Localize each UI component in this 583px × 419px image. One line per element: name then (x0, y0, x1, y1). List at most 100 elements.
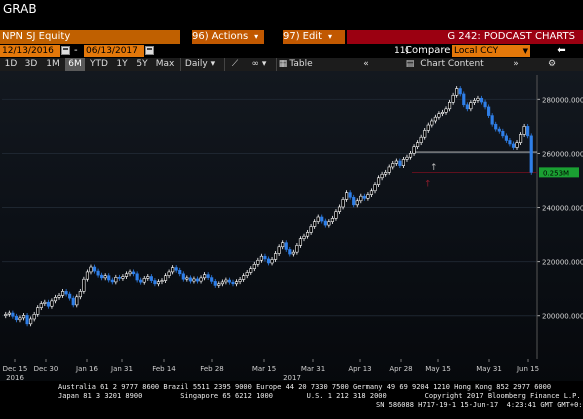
candle-body (277, 246, 281, 254)
candle-body (380, 173, 384, 179)
settings-gear-icon[interactable]: ⚙ (540, 58, 564, 71)
candle-body (352, 196, 356, 206)
period-5y[interactable]: 5Y (134, 58, 150, 71)
candle-body (501, 130, 505, 137)
x-year-label: 2016 (6, 374, 24, 381)
candle-body (192, 278, 196, 282)
candle-body (82, 278, 86, 292)
candle-body (362, 195, 366, 199)
candle-body (515, 142, 519, 148)
range-separator: - (74, 45, 78, 56)
calendar-icon[interactable] (61, 46, 70, 55)
period-6m[interactable]: 6M (65, 58, 85, 71)
candle-body (217, 283, 221, 286)
candle-body (291, 251, 295, 255)
candle-body (213, 281, 217, 286)
candle-body (181, 273, 185, 280)
period-1y[interactable]: 1Y (114, 58, 130, 71)
candle-body (270, 259, 274, 264)
candle-body (103, 275, 107, 279)
candle-body (483, 101, 487, 108)
chart-panel: 200000.000 220000.000 240000.000 260000.000… (0, 71, 583, 419)
start-date-input[interactable]: 12/13/2016 (0, 45, 60, 57)
candle-body (142, 278, 146, 283)
compare-label[interactable]: Compare (405, 44, 450, 58)
candle-body (433, 116, 437, 122)
x-tick-label: May 31 (476, 365, 502, 373)
candle-body (124, 273, 129, 277)
candle-body (256, 259, 260, 265)
candle-body (238, 279, 242, 282)
candle-body (504, 135, 508, 141)
candle-body (518, 134, 523, 143)
x-tick-label: Mar 15 (252, 365, 276, 373)
candle-body (334, 211, 338, 219)
candle-body (348, 192, 352, 198)
chart-content-icon[interactable]: ▤ (404, 58, 416, 71)
candle-body (224, 279, 228, 283)
candle-body (373, 184, 377, 192)
edit-menu-button[interactable]: 97) Edit ▾ (283, 30, 345, 44)
candle-body (412, 146, 416, 154)
candle-body (39, 303, 43, 308)
candle-body (355, 200, 359, 206)
range-bar: 12/13/2016 - 06/13/2017 11) Compare Loca… (0, 44, 583, 58)
edit-label: Edit (302, 31, 323, 42)
expand-icon[interactable]: » (506, 58, 526, 71)
frequency-value: Daily (184, 59, 208, 69)
candle-body (440, 112, 445, 114)
candle-body (330, 218, 334, 222)
candle-body (359, 195, 363, 202)
end-date-input[interactable]: 06/13/2017 (84, 45, 144, 57)
x-tick-label: Apr 13 (348, 365, 371, 373)
chart-content-button[interactable]: Chart Content (420, 58, 484, 71)
candle-body (203, 274, 207, 279)
candle-body (313, 221, 317, 227)
actions-menu-button[interactable]: 96) Actions ▾ (192, 30, 264, 44)
security-field[interactable]: NPN SJ Equity (0, 30, 180, 44)
x-year-label: 2017 (283, 374, 301, 381)
line-chart-icon[interactable]: ⟋ (224, 58, 245, 71)
period-1m[interactable]: 1M (44, 58, 62, 71)
back-arrow-icon[interactable]: ⬅ (540, 45, 583, 57)
candle-body (497, 128, 501, 132)
calendar-icon[interactable] (145, 46, 154, 55)
x-tick-label: Feb 28 (200, 365, 224, 373)
actions-label: Actions (211, 31, 249, 42)
x-tick-label: Dec 30 (34, 365, 59, 373)
period-max[interactable]: Max (154, 58, 176, 71)
candle-body (458, 88, 462, 95)
candle-body (401, 159, 405, 166)
candle-body (68, 293, 72, 299)
candle-body (327, 221, 331, 226)
candle-body (146, 276, 150, 279)
period-1d[interactable]: 1D (2, 58, 20, 71)
candle-body (465, 104, 469, 110)
candle-body (171, 267, 175, 273)
candle-body (206, 274, 210, 278)
table-button[interactable]: Table (288, 58, 314, 71)
collapse-icon[interactable]: « (356, 58, 376, 71)
chart-type-icon[interactable]: ∞ ▾ (248, 58, 270, 71)
y-tick-label: 240000.000 (542, 205, 583, 213)
candle-body (252, 264, 256, 269)
candle-body (444, 108, 448, 113)
candle-body (487, 106, 491, 116)
candle-body (132, 271, 136, 275)
candle-body (451, 94, 455, 103)
candle-body (160, 280, 164, 282)
x-tick-label: Jan 16 (75, 365, 98, 373)
candle-body (419, 136, 423, 143)
candle-body (266, 258, 271, 264)
frequency-select[interactable]: Daily ▾ (180, 58, 219, 71)
last-price-label: 0.253M (543, 169, 569, 177)
candle-body (490, 115, 494, 125)
currency-select[interactable]: Local CCY ▼ (452, 45, 530, 57)
candle-body (245, 272, 249, 276)
candle-body (479, 97, 484, 103)
candle-body (345, 192, 349, 200)
period-ytd[interactable]: YTD (88, 58, 110, 71)
candle-body (476, 97, 480, 101)
period-3d[interactable]: 3D (22, 58, 40, 71)
candle-body (384, 172, 388, 175)
